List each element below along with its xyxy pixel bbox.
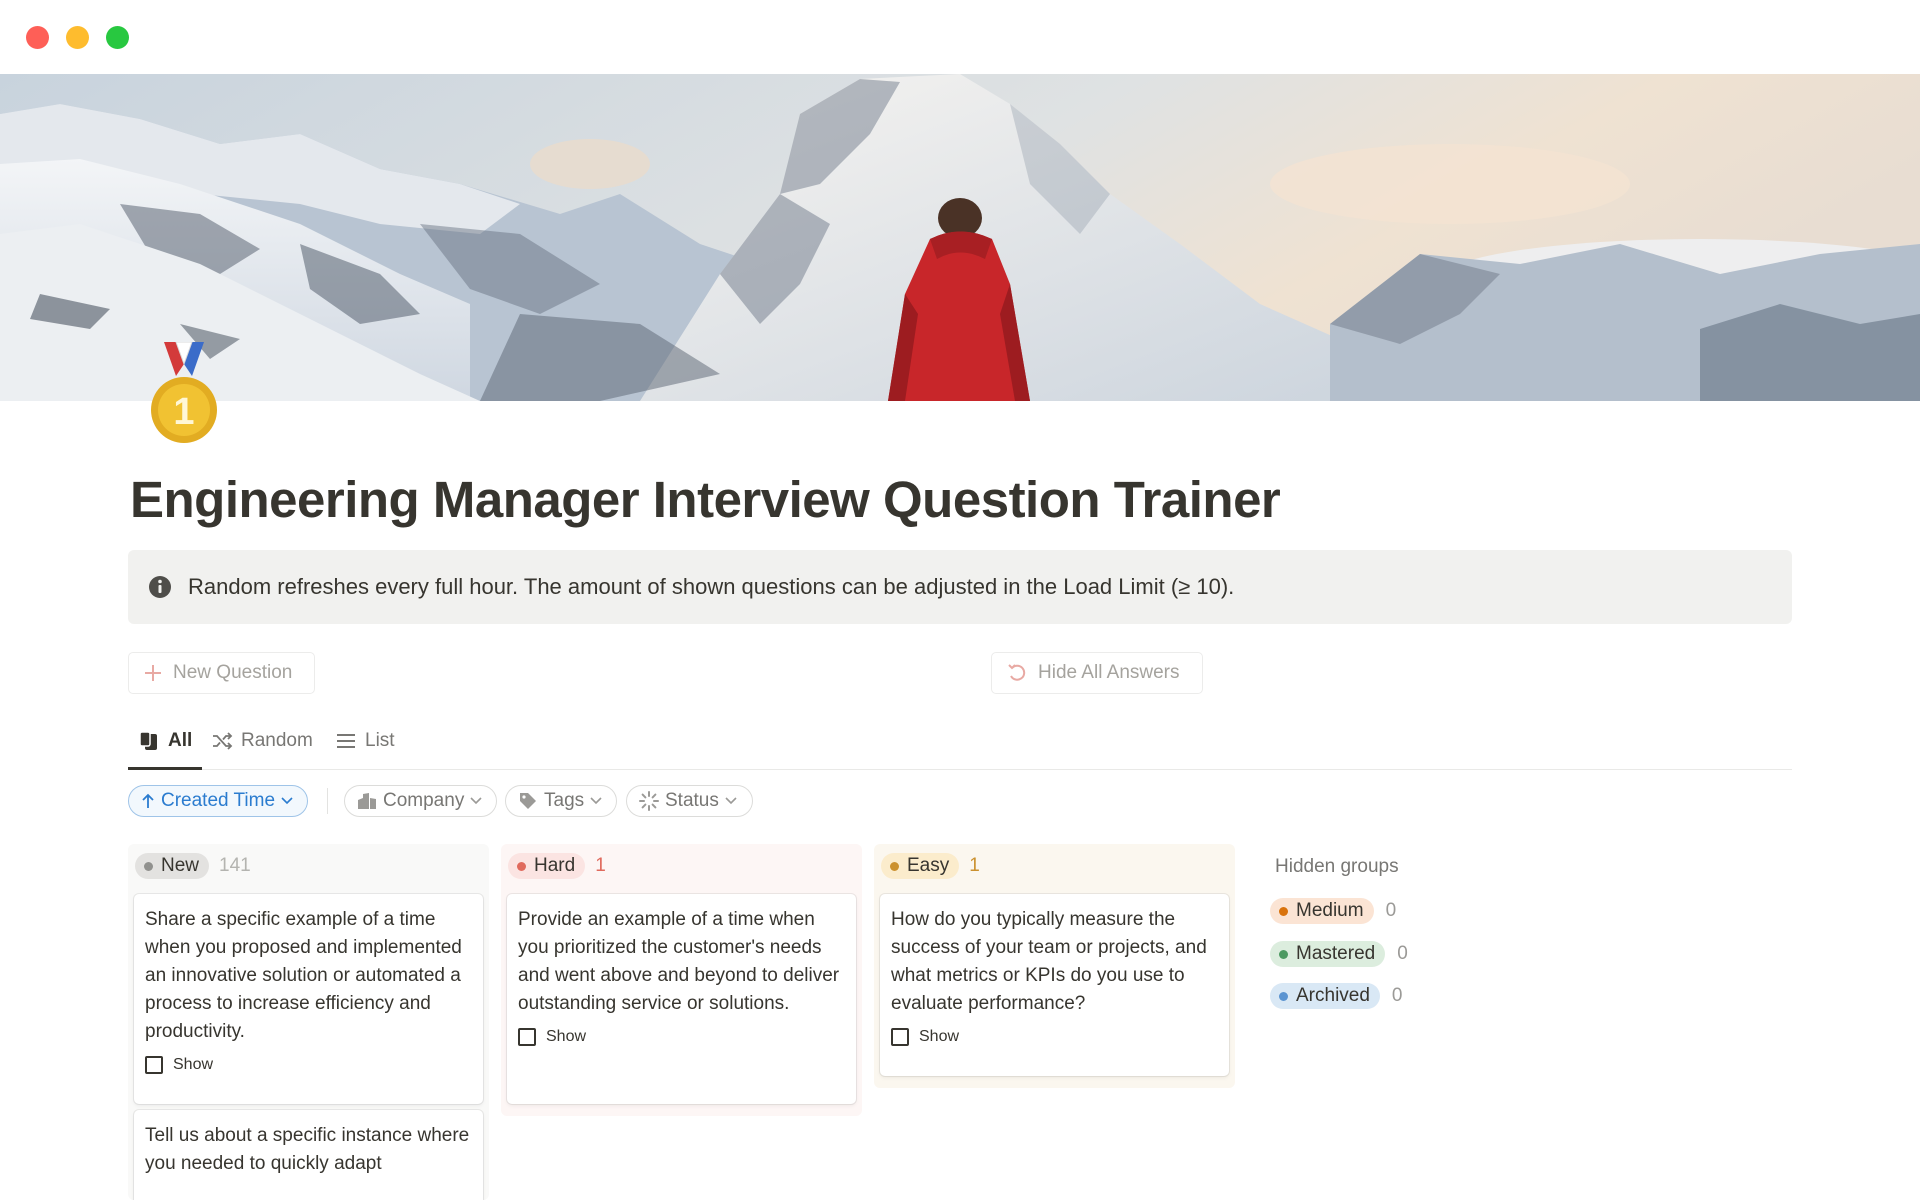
status-dot bbox=[890, 861, 899, 871]
status-spinner-icon bbox=[639, 791, 659, 811]
first-place-medal-icon[interactable]: 1 bbox=[146, 341, 222, 448]
show-label: Show bbox=[546, 1028, 587, 1045]
checkbox[interactable] bbox=[891, 1028, 909, 1046]
plus-icon bbox=[143, 663, 163, 683]
show-answer-toggle[interactable]: Show bbox=[145, 1056, 473, 1074]
group-count: 0 bbox=[1385, 900, 1397, 921]
minimize-window-button[interactable] bbox=[66, 26, 89, 49]
board-column-easy: Easy 1 How do you typically measure the … bbox=[874, 844, 1235, 1088]
status-badge-easy[interactable]: Easy bbox=[881, 853, 960, 879]
chevron-down-icon bbox=[281, 797, 293, 805]
group-name: Archived bbox=[1296, 985, 1370, 1006]
page-title: Engineering Manager Interview Question T… bbox=[130, 471, 1281, 528]
column-name: Easy bbox=[907, 855, 950, 876]
company-filter[interactable]: Company bbox=[344, 785, 497, 817]
column-count: 1 bbox=[969, 855, 980, 876]
board-column-new: New 141 Share a specific example of a ti… bbox=[128, 844, 489, 1200]
column-count: 1 bbox=[595, 855, 606, 876]
column-header: Hard 1 bbox=[501, 844, 862, 888]
board-column-hard: Hard 1 Provide an example of a time when… bbox=[501, 844, 862, 1116]
checkbox[interactable] bbox=[145, 1056, 163, 1074]
sort-created-time-filter[interactable]: Created Time bbox=[128, 785, 308, 817]
status-dot bbox=[144, 861, 153, 871]
column-count: 141 bbox=[219, 855, 251, 876]
info-callout: Random refreshes every full hour. The am… bbox=[128, 550, 1792, 624]
new-question-button[interactable]: New Question bbox=[128, 652, 315, 694]
close-window-button[interactable] bbox=[26, 26, 49, 49]
building-icon bbox=[357, 792, 377, 810]
column-name: Hard bbox=[534, 855, 576, 876]
tags-filter-label: Tags bbox=[544, 790, 585, 811]
status-badge-mastered[interactable]: Mastered bbox=[1270, 941, 1386, 967]
status-filter-label: Status bbox=[665, 790, 719, 811]
status-dot bbox=[517, 861, 526, 871]
group-name: Medium bbox=[1296, 900, 1364, 921]
status-badge-archived[interactable]: Archived bbox=[1270, 983, 1380, 1009]
question-card[interactable]: Tell us about a specific instance where … bbox=[134, 1110, 483, 1200]
hidden-group-archived[interactable]: Archived 0 bbox=[1270, 983, 1403, 1009]
hide-all-answers-label: Hide All Answers bbox=[1038, 662, 1180, 683]
question-text: Tell us about a specific instance where … bbox=[145, 1125, 470, 1174]
question-card[interactable]: How do you typically measure the success… bbox=[880, 894, 1229, 1076]
shuffle-icon bbox=[211, 730, 233, 752]
tags-filter[interactable]: Tags bbox=[505, 785, 617, 817]
show-answer-toggle[interactable]: Show bbox=[518, 1028, 846, 1046]
question-card[interactable]: Provide an example of a time when you pr… bbox=[507, 894, 856, 1104]
show-label: Show bbox=[919, 1028, 960, 1045]
status-dot bbox=[1279, 991, 1288, 1001]
sort-label: Created Time bbox=[161, 790, 276, 811]
status-filter[interactable]: Status bbox=[626, 785, 753, 817]
list-icon bbox=[335, 730, 357, 752]
tag-icon bbox=[518, 791, 538, 811]
info-icon bbox=[148, 575, 172, 599]
hidden-group-medium[interactable]: Medium 0 bbox=[1270, 898, 1396, 924]
chevron-down-icon bbox=[725, 797, 737, 805]
svg-text:1: 1 bbox=[173, 391, 194, 433]
hidden-groups-title: Hidden groups bbox=[1275, 856, 1399, 877]
tab-all-label: All bbox=[168, 730, 193, 751]
window-titlebar bbox=[0, 0, 1920, 74]
status-dot bbox=[1279, 949, 1288, 959]
group-name: Mastered bbox=[1296, 943, 1376, 964]
tab-list[interactable]: List bbox=[335, 730, 395, 770]
arrow-up-icon bbox=[141, 793, 155, 809]
show-label: Show bbox=[173, 1056, 214, 1073]
callout-text: Random refreshes every full hour. The am… bbox=[188, 574, 1235, 599]
undo-icon bbox=[1006, 662, 1028, 684]
column-header: New 141 bbox=[128, 844, 489, 888]
zoom-window-button[interactable] bbox=[106, 26, 129, 49]
view-tabs: All Random List bbox=[127, 720, 1792, 770]
question-card[interactable]: Share a specific example of a time when … bbox=[134, 894, 483, 1104]
tab-random-label: Random bbox=[241, 730, 313, 751]
hide-all-answers-button[interactable]: Hide All Answers bbox=[991, 652, 1203, 694]
status-dot bbox=[1279, 906, 1288, 916]
cover-image bbox=[0, 74, 1920, 401]
status-badge-new[interactable]: New bbox=[135, 853, 210, 879]
show-answer-toggle[interactable]: Show bbox=[891, 1028, 1219, 1046]
group-count: 0 bbox=[1397, 943, 1408, 964]
tab-all[interactable]: All bbox=[127, 730, 203, 770]
filter-divider bbox=[327, 788, 328, 814]
status-badge-medium[interactable]: Medium bbox=[1270, 898, 1374, 924]
column-name: New bbox=[161, 855, 200, 876]
company-filter-label: Company bbox=[383, 790, 465, 811]
hidden-group-mastered[interactable]: Mastered 0 bbox=[1270, 941, 1408, 967]
chevron-down-icon bbox=[470, 797, 482, 805]
tab-list-label: List bbox=[365, 730, 395, 751]
checkbox[interactable] bbox=[518, 1028, 536, 1046]
question-text: Provide an example of a time when you pr… bbox=[518, 909, 840, 1014]
status-badge-hard[interactable]: Hard bbox=[508, 853, 586, 879]
group-count: 0 bbox=[1391, 985, 1403, 1006]
new-question-label: New Question bbox=[173, 662, 293, 683]
cards-icon bbox=[138, 730, 160, 752]
question-text: Share a specific example of a time when … bbox=[145, 909, 462, 1042]
tab-random[interactable]: Random bbox=[211, 730, 313, 770]
question-text: How do you typically measure the success… bbox=[891, 909, 1207, 1014]
chevron-down-icon bbox=[590, 797, 602, 805]
column-header: Easy 1 bbox=[874, 844, 1235, 888]
